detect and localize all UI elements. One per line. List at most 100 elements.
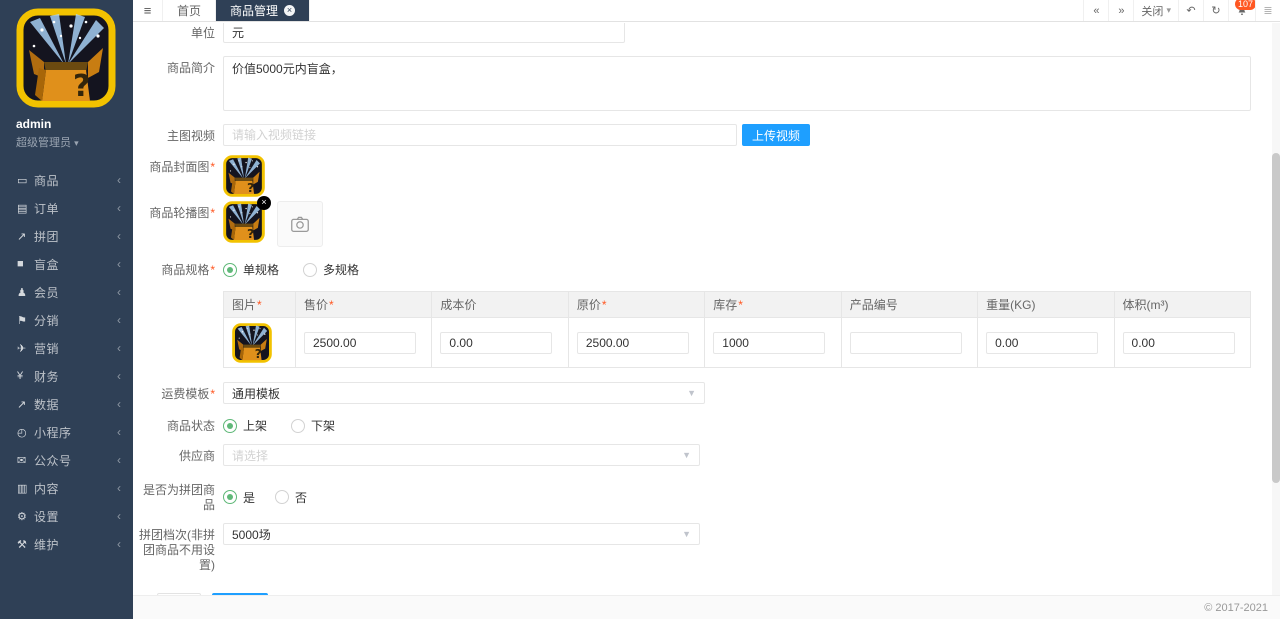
tab-home[interactable]: 首页 (163, 0, 217, 21)
price-input[interactable] (304, 331, 416, 354)
notifications-button[interactable]: 107 (1228, 0, 1256, 21)
miniprogram-icon: ◴ (17, 426, 27, 439)
radio-icon (223, 418, 237, 433)
scroll-tabs-right-icon[interactable]: » (1108, 0, 1133, 21)
chevron-left-icon: ‹ (117, 425, 121, 439)
sidebar-item-finance[interactable]: ¥ 财务 ‹ (0, 362, 133, 390)
member-icon: ♟ (17, 286, 27, 299)
chevron-down-icon: ▾ (1166, 5, 1171, 15)
upload-video-button[interactable]: 上传视频 (742, 124, 811, 146)
weight-input[interactable] (986, 331, 1099, 354)
spec-type-radios: 单规格 多规格 (223, 258, 383, 278)
close-tabs-dropdown[interactable]: 关闭 ▾ (1133, 0, 1178, 21)
chevron-left-icon: ‹ (117, 229, 121, 243)
official-account-icon: ✉ (17, 454, 27, 467)
field-freight-template: 运费模板* 通用模板 ▼ (133, 382, 1280, 404)
refresh-icon[interactable]: ↻ (1203, 0, 1228, 21)
radio-icon (303, 262, 318, 277)
topbar: ≡ 首页 商品管理 × « » 关闭 ▾ ↶ ↻ 107 ≣ (133, 0, 1280, 22)
radio-multi-spec[interactable]: 多规格 (303, 261, 359, 278)
sidebar-item-settings[interactable]: ⚙ 设置 ‹ (0, 502, 133, 530)
chevron-left-icon: ‹ (117, 369, 121, 383)
sidebar: admin 超级管理员 ▾ ▭ 商品 ‹ ▤ 订单 ‹ ↗ 拼团 ‹ ■ 盲盒 ‹ ♟ 会员 ‹ ⚑… (0, 0, 133, 619)
cover-image-thumbnail[interactable] (223, 155, 265, 197)
column-header-volume: 体积(m³) (1113, 291, 1252, 318)
volume-input[interactable] (1122, 331, 1235, 354)
sidebar-item-data[interactable]: ↗ 数据 ‹ (0, 390, 133, 418)
cost-input[interactable] (440, 331, 553, 354)
stock-input[interactable] (713, 331, 826, 354)
sidebar-item-official-account[interactable]: ✉ 公众号 ‹ (0, 446, 133, 474)
column-header-sku: 产品编号 (840, 291, 979, 318)
intro-textarea[interactable]: 价值5000元内盲盒， (223, 56, 1251, 111)
field-cover-image: 商品封面图* (133, 155, 1280, 197)
chevron-left-icon: ‹ (117, 481, 121, 495)
video-link-input[interactable] (223, 124, 737, 146)
goods-icon: ▭ (17, 174, 28, 187)
back-icon[interactable]: ↶ (1178, 0, 1203, 21)
topbar-controls: « » 关闭 ▾ ↶ ↻ 107 ≣ (1083, 0, 1280, 21)
sidebar-item-miniprogram[interactable]: ◴ 小程序 ‹ (0, 418, 133, 446)
carousel-image-thumbnail[interactable]: × (223, 196, 271, 243)
radio-icon (275, 490, 290, 504)
radio-yes[interactable]: 是 (223, 489, 255, 506)
column-header-image: 图片* (223, 291, 296, 318)
chevron-left-icon: ‹ (117, 173, 121, 187)
more-menu-icon[interactable]: ≣ (1255, 0, 1280, 21)
tab-product-management[interactable]: 商品管理 × (216, 0, 311, 21)
vertical-scrollbar[interactable] (1272, 23, 1280, 595)
field-carousel-images: 商品轮播图* × (133, 196, 1280, 247)
chevron-down-icon: ▼ (682, 450, 691, 460)
freight-template-select[interactable]: 通用模板 ▼ (223, 382, 705, 404)
radio-no[interactable]: 否 (275, 489, 307, 506)
scroll-tabs-left-icon[interactable]: « (1083, 0, 1108, 21)
add-image-button[interactable] (277, 201, 323, 247)
remove-image-icon[interactable]: × (257, 196, 271, 210)
radio-icon (291, 418, 306, 433)
chevron-left-icon: ‹ (117, 201, 121, 215)
chevron-left-icon: ‹ (117, 285, 121, 299)
tab-close-icon[interactable]: × (284, 5, 296, 16)
sidebar-item-members[interactable]: ♟ 会员 ‹ (0, 278, 133, 306)
spec-table-row (223, 317, 1252, 368)
original-price-input[interactable] (576, 331, 689, 354)
sidebar-item-distribution[interactable]: ⚑ 分销 ‹ (0, 306, 133, 334)
is-groupbuy-radios: 是 否 (223, 478, 331, 513)
sidebar-item-orders[interactable]: ▤ 订单 ‹ (0, 194, 133, 222)
sidebar-item-blindbox[interactable]: ■ 盲盒 ‹ (0, 250, 133, 278)
content-icon: ▥ (17, 482, 28, 495)
blindbox-image[interactable] (232, 323, 272, 363)
field-label: 运费模板* (161, 387, 215, 401)
field-intro: 商品简介 价值5000元内盲盒， (133, 56, 1280, 111)
hamburger-menu-icon[interactable]: ≡ (133, 0, 163, 21)
spec-image-cell (223, 317, 296, 368)
sidebar-nav: ▭ 商品 ‹ ▤ 订单 ‹ ↗ 拼团 ‹ ■ 盲盒 ‹ ♟ 会员 ‹ ⚑ 分销 ‹ ✈ 营销 ‹ ¥ 财务 ‹ … (0, 166, 133, 558)
column-header-stock: 库存* (704, 291, 842, 318)
sidebar-item-groupbuy[interactable]: ↗ 拼团 ‹ (0, 222, 133, 250)
username: admin (16, 117, 52, 131)
groupbuy-tier-select[interactable]: 5000场 ▼ (223, 523, 700, 545)
scrollbar-thumb[interactable] (1272, 153, 1280, 483)
supplier-select[interactable]: 请选择 ▼ (223, 444, 700, 466)
radio-single-spec[interactable]: 单规格 (223, 261, 279, 278)
unit-input[interactable] (223, 23, 625, 43)
sku-input[interactable] (849, 331, 962, 354)
role-dropdown[interactable]: 超级管理员 ▾ (16, 134, 133, 150)
sidebar-item-content[interactable]: ▥ 内容 ‹ (0, 474, 133, 502)
field-label: 主图视频 (166, 129, 215, 143)
sidebar-item-marketing[interactable]: ✈ 营销 ‹ (0, 334, 133, 362)
radio-off-shelf[interactable]: 下架 (291, 417, 335, 434)
field-is-groupbuy: 是否为拼团商品 是 否 (133, 478, 1280, 513)
column-header-price: 售价* (294, 291, 433, 318)
sidebar-item-goods[interactable]: ▭ 商品 ‹ (0, 166, 133, 194)
sidebar-item-maintenance[interactable]: ⚒ 维护 ‹ (0, 530, 133, 558)
chevron-down-icon: ▼ (687, 388, 696, 398)
camera-icon (291, 216, 309, 232)
field-status: 商品状态 上架 下架 (133, 414, 1280, 434)
status-radios: 上架 下架 (223, 414, 359, 434)
field-label: 商品简介 (166, 61, 215, 75)
radio-icon (223, 262, 237, 277)
radio-on-shelf[interactable]: 上架 (223, 417, 267, 434)
chevron-left-icon: ‹ (117, 509, 121, 523)
field-label: 商品轮播图* (149, 206, 215, 220)
